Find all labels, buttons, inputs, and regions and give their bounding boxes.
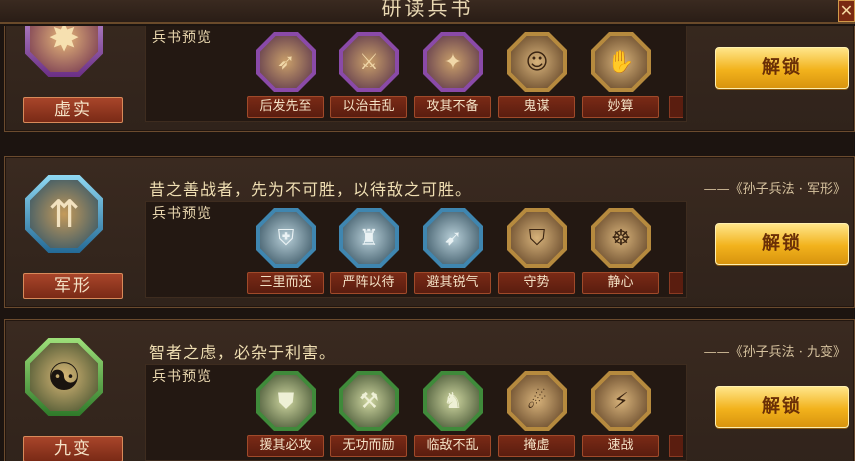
skill-preview: 兵书预览 ➶ 后发先至 ⚔ 以治击乱 ✦ 攻其不备 ☺ 鬼谋 ✋ 妙算	[145, 26, 687, 122]
skill-name: 临敌不乱	[414, 435, 491, 457]
skill-name: 援其必攻	[247, 435, 324, 457]
unlock-button[interactable]: 解锁	[715, 47, 849, 89]
skill-icon: ♜	[339, 208, 399, 268]
skill-name: 避其锐气	[414, 272, 491, 294]
skill-icon: ⛊	[256, 371, 316, 431]
skill-name: 以治击乱	[330, 96, 407, 118]
skill-name: 后发先至	[247, 96, 324, 118]
unlock-button[interactable]: 解锁	[715, 223, 849, 265]
skill-icon: ➹	[423, 208, 483, 268]
skill-icon: ☄	[507, 371, 567, 431]
skill-item[interactable]: ☄ 掩虚	[498, 371, 576, 459]
skill-name: 静心	[582, 272, 659, 294]
book-emblem: ✸	[25, 26, 103, 77]
window-title: 研读兵书	[381, 0, 474, 20]
skill-item[interactable]: ➶ 后发先至	[247, 32, 325, 120]
skill-item[interactable]: ⚒ 无功而励	[330, 371, 408, 459]
skill-name: 守势	[498, 272, 575, 294]
skill-name: 妙算	[582, 96, 659, 118]
skill-icon: ⚡	[591, 371, 651, 431]
skill-icon: ⛨	[256, 208, 316, 268]
skill-preview: 兵书预览 ⛨ 三里而还 ♜ 严阵以待 ➹ 避其锐气 ⛉ 守势 ☸ 静心	[145, 201, 687, 298]
title-bar: 研读兵书 ✕	[0, 0, 855, 24]
preview-label: 兵书预览	[152, 206, 212, 222]
book-name: 九变	[23, 436, 123, 461]
book-source: ——《孙子兵法 · 军形》	[703, 182, 846, 197]
book-emblem: ⇈	[25, 175, 103, 253]
skill-icon: ♞	[423, 371, 483, 431]
skill-item[interactable]: ✋ 妙算	[582, 32, 660, 120]
book-emblem-icon: ✸	[30, 26, 98, 72]
skill-item-partial	[669, 435, 683, 457]
skill-icon: ✋	[591, 32, 651, 92]
book-emblem: ☯	[25, 338, 103, 416]
skill-item[interactable]: ☸ 静心	[582, 208, 660, 296]
skill-item[interactable]: ➹ 避其锐气	[414, 208, 492, 296]
skill-item[interactable]: ⛉ 守势	[498, 208, 576, 296]
skill-item[interactable]: ☺ 鬼谋	[498, 32, 576, 120]
book-name: 军形	[23, 273, 123, 299]
book-quote: 智者之虑，必杂于利害。	[149, 343, 337, 362]
skill-item-partial	[669, 272, 683, 294]
skill-item[interactable]: ✦ 攻其不备	[414, 32, 492, 120]
skill-item[interactable]: ⚡ 速战	[582, 371, 660, 459]
skill-name: 攻其不备	[414, 96, 491, 118]
preview-label: 兵书预览	[152, 369, 212, 385]
skill-name: 掩虚	[498, 435, 575, 457]
skill-icon: ⚒	[339, 371, 399, 431]
yin-yang-icon: ☯	[30, 343, 98, 411]
skill-icon: ⚔	[339, 32, 399, 92]
skill-icon: ✦	[423, 32, 483, 92]
skill-icon: ☺	[507, 32, 567, 92]
skill-icon: ➶	[256, 32, 316, 92]
skill-item-partial	[669, 96, 683, 118]
book-emblem-icon: ⇈	[30, 180, 98, 248]
skill-icon: ⛉	[507, 208, 567, 268]
skill-item[interactable]: ♞ 临敌不乱	[414, 371, 492, 459]
book-list[interactable]: ✸ 虚实 兵书预览 ➶ 后发先至 ⚔ 以治击乱 ✦ 攻其不备 ☺ 鬼谋 ✋ 妙算…	[0, 26, 855, 461]
book-quote: 昔之善战者，先为不可胜，以待敌之可胜。	[149, 180, 473, 199]
close-icon[interactable]: ✕	[838, 0, 855, 22]
skill-item[interactable]: ♜ 严阵以待	[330, 208, 408, 296]
book-panel-xushi: ✸ 虚实 兵书预览 ➶ 后发先至 ⚔ 以治击乱 ✦ 攻其不备 ☺ 鬼谋 ✋ 妙算…	[4, 26, 855, 132]
book-name: 虚实	[23, 97, 123, 123]
skill-icon: ☸	[591, 208, 651, 268]
skill-name: 无功而励	[330, 435, 407, 457]
book-panel-jiubian: ☯ 九变 智者之虑，必杂于利害。 ——《孙子兵法 · 九变》 兵书预览 ⛊ 援其…	[4, 319, 855, 461]
skill-name: 鬼谋	[498, 96, 575, 118]
preview-label: 兵书预览	[152, 30, 212, 46]
skill-item[interactable]: ⚔ 以治击乱	[330, 32, 408, 120]
skill-item[interactable]: ⛨ 三里而还	[247, 208, 325, 296]
skill-preview: 兵书预览 ⛊ 援其必攻 ⚒ 无功而励 ♞ 临敌不乱 ☄ 掩虚 ⚡ 速战	[145, 364, 687, 461]
skill-name: 三里而还	[247, 272, 324, 294]
skill-item[interactable]: ⛊ 援其必攻	[247, 371, 325, 459]
skill-name: 速战	[582, 435, 659, 457]
book-source: ——《孙子兵法 · 九变》	[703, 345, 846, 360]
unlock-button[interactable]: 解锁	[715, 386, 849, 428]
skill-name: 严阵以待	[330, 272, 407, 294]
book-panel-junxing: ⇈ 军形 昔之善战者，先为不可胜，以待敌之可胜。 ——《孙子兵法 · 军形》 兵…	[4, 156, 855, 308]
